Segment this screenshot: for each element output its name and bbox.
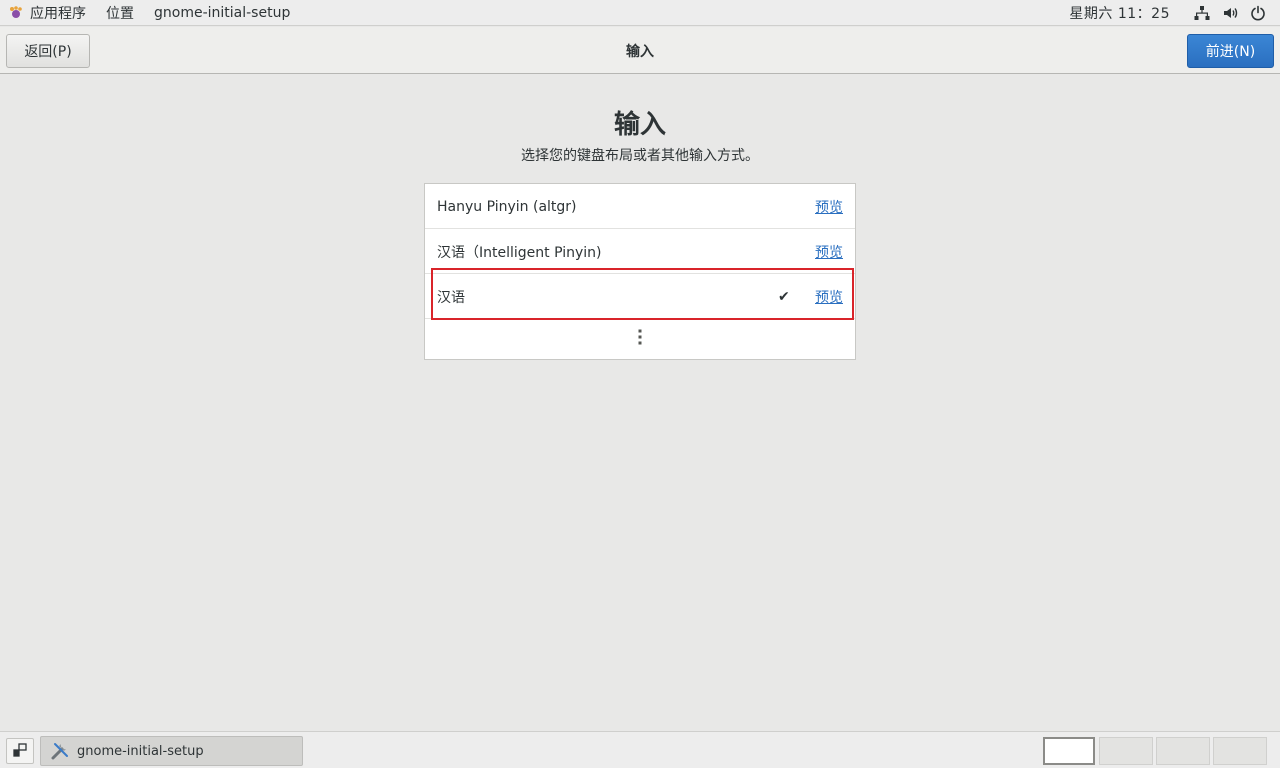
workspace-2[interactable] <box>1099 737 1153 765</box>
places-menu[interactable]: 位置 <box>96 0 144 26</box>
header-bar: 输入 返回(P) 前进(N) <box>0 27 1280 74</box>
workspace-3[interactable] <box>1156 737 1210 765</box>
volume-icon[interactable] <box>1216 0 1244 26</box>
more-options-button[interactable] <box>425 319 855 359</box>
input-source-label: 汉语（Intelligent Pinyin) <box>437 244 602 261</box>
taskbar-window-title: gnome-initial-setup <box>77 743 204 759</box>
bottom-panel: gnome-initial-setup <box>0 731 1280 768</box>
app-menu-label: gnome-initial-setup <box>154 4 291 21</box>
clock[interactable]: 星期六 11：25 <box>1059 3 1188 23</box>
input-source-row[interactable]: Hanyu Pinyin (altgr) 预览 <box>425 184 855 229</box>
gnome-foot-icon <box>8 5 24 21</box>
preview-link[interactable]: 预览 <box>815 197 843 217</box>
taskbar-window-button[interactable]: gnome-initial-setup <box>40 736 303 766</box>
network-icon[interactable] <box>1188 0 1216 26</box>
show-desktop-button[interactable] <box>6 738 34 764</box>
places-menu-label: 位置 <box>106 5 134 22</box>
next-button[interactable]: 前进(N) <box>1187 34 1274 68</box>
header-title: 输入 <box>626 43 654 60</box>
input-source-label: Hanyu Pinyin (altgr) <box>437 198 577 215</box>
checkmark-icon: ✔ <box>778 288 790 305</box>
workspace-1[interactable] <box>1043 737 1095 765</box>
page-subtitle: 选择您的键盘布局或者其他输入方式。 <box>521 148 759 164</box>
back-button[interactable]: 返回(P) <box>6 34 90 68</box>
app-menu[interactable]: gnome-initial-setup <box>144 0 300 26</box>
applications-menu-label: 应用程序 <box>30 5 86 22</box>
input-source-label: 汉语 <box>437 289 465 306</box>
input-source-row-selected[interactable]: 汉语 ✔ 预览 <box>425 274 855 319</box>
page-heading: 输入 <box>613 110 666 140</box>
preview-link[interactable]: 预览 <box>815 242 843 262</box>
workspace-4[interactable] <box>1213 737 1267 765</box>
power-icon[interactable] <box>1244 0 1272 26</box>
applications-menu[interactable]: 应用程序 <box>0 0 96 26</box>
top-panel: 应用程序 位置 gnome-initial-setup 星期六 11：25 <box>0 0 1280 26</box>
preview-link[interactable]: 预览 <box>815 287 843 307</box>
input-source-row[interactable]: 汉语（Intelligent Pinyin) 预览 <box>425 229 855 274</box>
show-desktop-icon <box>13 742 27 761</box>
tools-icon <box>49 740 71 762</box>
vertical-ellipsis-icon <box>638 329 642 349</box>
input-source-list: Hanyu Pinyin (altgr) 预览 汉语（Intelligent P… <box>424 183 856 360</box>
